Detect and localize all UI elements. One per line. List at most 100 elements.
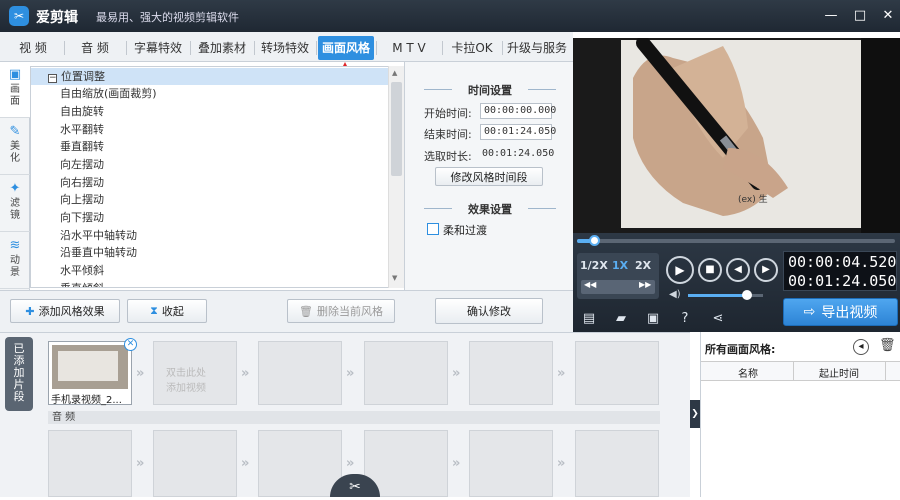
tab-video[interactable]: 视 频: [4, 36, 62, 60]
scroll-up-icon[interactable]: ▲: [392, 69, 397, 77]
style-category-nav: ▣ 画面 ✎ 美化 ✦ 滤镜 ≋ 动景: [0, 62, 30, 290]
empty-audio-slot[interactable]: [258, 430, 342, 497]
wand-icon: ✦: [9, 181, 21, 196]
play-icon[interactable]: ▶: [666, 256, 694, 284]
empty-video-slot[interactable]: [258, 341, 342, 405]
chevron-right-icon: »: [557, 456, 566, 471]
end-time-input[interactable]: 00:01:24.050: [480, 124, 556, 140]
jog-slider[interactable]: ◀◀ ▶▶: [581, 280, 655, 294]
empty-video-slot[interactable]: [469, 341, 553, 405]
audio-track-label: 音 频: [48, 411, 660, 424]
volume-icon[interactable]: ◀): [669, 289, 681, 300]
list-item[interactable]: 自由缩放(画面裁剪): [31, 85, 389, 102]
list-item[interactable]: 水平翻转: [31, 121, 389, 138]
col-name: 名称: [738, 369, 758, 380]
speed-half[interactable]: 1/2X: [580, 259, 608, 272]
list-item[interactable]: 沿水平中轴转动: [31, 227, 389, 244]
nav-beautify[interactable]: ✎ 美化: [0, 119, 30, 175]
minimize-icon[interactable]: —: [822, 7, 840, 25]
added-clips-tab[interactable]: 已添加片段: [5, 337, 33, 411]
clip-thumbnail: [52, 345, 128, 389]
list-item[interactable]: 向下摆动: [31, 209, 389, 226]
tab-picture-style[interactable]: 画面风格: [318, 36, 374, 60]
duration-label: 选取时长:: [424, 150, 472, 163]
trash-icon[interactable]: 🗑: [879, 338, 896, 353]
empty-audio-slot[interactable]: [469, 430, 553, 497]
chevron-right-icon: »: [136, 456, 145, 471]
nav-picture[interactable]: ▣ 画面: [0, 62, 30, 118]
soft-transition-label: 柔和过渡: [443, 224, 487, 237]
collapse-panel-icon[interactable]: ❯: [690, 400, 700, 428]
back-icon[interactable]: ◂: [853, 339, 869, 355]
list-item[interactable]: 向左摆动: [31, 156, 389, 173]
list-item[interactable]: 沿垂直中轴转动: [31, 244, 389, 261]
tab-subtitle-effects[interactable]: 字幕特效: [128, 36, 188, 60]
tab-overlay[interactable]: 叠加素材: [192, 36, 252, 60]
app-slogan: 最易用、强大的视频剪辑软件: [96, 11, 239, 24]
speed-normal[interactable]: 1X: [612, 259, 628, 272]
edit-time-range-button[interactable]: 修改风格时间段: [435, 167, 543, 186]
rewind-icon[interactable]: ◀◀: [584, 280, 596, 289]
list-item[interactable]: 向上摆动: [31, 191, 389, 208]
frame-icon: ▣: [8, 67, 22, 82]
maximize-icon[interactable]: □: [851, 7, 869, 25]
speed-double[interactable]: 2X: [635, 259, 651, 272]
help-icon[interactable]: ?: [676, 310, 694, 328]
volume-level: [688, 294, 747, 297]
current-time: 00:00:04.520: [788, 253, 897, 271]
list-item[interactable]: 自由旋转: [31, 103, 389, 120]
tab-upgrade-service[interactable]: 升级与服务: [504, 36, 570, 60]
nav-filter[interactable]: ✦ 滤镜: [0, 176, 30, 232]
scroll-thumb[interactable]: [391, 82, 402, 176]
add-video-slot[interactable]: 双击此处 添加视频: [153, 341, 237, 405]
seek-bar[interactable]: [577, 235, 895, 246]
save-icon[interactable]: ▣: [644, 310, 662, 328]
list-item[interactable]: 垂直翻转: [31, 138, 389, 155]
empty-audio-slot[interactable]: [153, 430, 237, 497]
soft-transition-checkbox[interactable]: [427, 223, 439, 235]
volume-slider[interactable]: [688, 290, 763, 300]
confirm-button[interactable]: 确认修改: [435, 298, 543, 324]
tab-mtv[interactable]: M T V: [378, 36, 440, 60]
main-tabs: 视 频 音 频 字幕特效 叠加素材 转场特效 画面风格 M T V 卡拉OK 升…: [0, 32, 573, 62]
hd-icon[interactable]: ▤: [580, 310, 598, 328]
trash-icon: 🗑: [299, 304, 313, 318]
list-scrollbar[interactable]: ▲ ▼: [388, 66, 404, 288]
list-item[interactable]: 垂直倾斜: [31, 280, 389, 287]
speed-panel: 1/2X 1X 2X ◀◀ ▶▶: [577, 253, 659, 299]
prev-frame-icon[interactable]: ◀: [726, 258, 750, 282]
tab-transition[interactable]: 转场特效: [255, 36, 315, 60]
list-item[interactable]: 向右摆动: [31, 174, 389, 191]
next-frame-icon[interactable]: ▶: [754, 258, 778, 282]
export-video-button[interactable]: ⇨ 导出视频: [783, 298, 898, 326]
close-icon[interactable]: ✕: [879, 7, 897, 25]
list-group-header[interactable]: − 位置调整: [31, 68, 389, 85]
chevron-right-icon: »: [241, 366, 250, 381]
scroll-down-icon[interactable]: ▼: [392, 274, 397, 282]
start-time-label: 开始时间:: [424, 107, 472, 120]
chevron-right-icon: »: [452, 366, 461, 381]
chevron-right-icon: »: [346, 366, 355, 381]
remove-clip-icon[interactable]: ✕: [124, 338, 137, 351]
collapse-minus-icon[interactable]: −: [48, 74, 57, 83]
collapse-button[interactable]: ⧗ 收起: [127, 299, 207, 323]
fast-forward-icon[interactable]: ▶▶: [639, 280, 651, 289]
tab-karaoke[interactable]: 卡拉OK: [444, 36, 500, 60]
stop-icon[interactable]: ■: [698, 258, 722, 282]
list-item[interactable]: 水平倾斜: [31, 262, 389, 279]
tab-audio[interactable]: 音 频: [66, 36, 124, 60]
nav-motion[interactable]: ≋ 动景: [0, 233, 30, 289]
volume-handle[interactable]: [741, 290, 752, 300]
share-icon[interactable]: ⋖: [709, 310, 727, 328]
add-style-button[interactable]: ✚ 添加风格效果: [10, 299, 120, 323]
empty-audio-slot[interactable]: [575, 430, 659, 497]
seek-handle[interactable]: [589, 235, 601, 246]
style-action-bar: ✚ 添加风格效果 ⧗ 收起 🗑 删除当前风格 确认修改: [0, 290, 573, 332]
delete-style-button[interactable]: 🗑 删除当前风格: [287, 299, 395, 323]
empty-video-slot[interactable]: [364, 341, 448, 405]
open-folder-icon[interactable]: ▰: [612, 310, 630, 328]
empty-audio-slot[interactable]: [48, 430, 132, 497]
empty-video-slot[interactable]: [575, 341, 659, 405]
start-time-input[interactable]: 00:00:00.000: [480, 103, 556, 119]
video-clip[interactable]: 手机录视频_2... ✕: [48, 338, 137, 406]
